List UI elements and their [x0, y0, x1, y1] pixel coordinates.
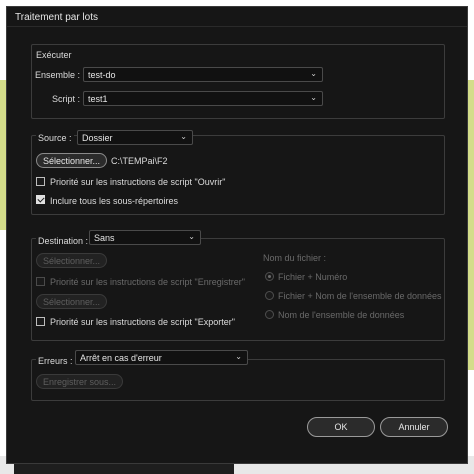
file-name-radio-1[interactable] — [265, 291, 274, 300]
script-select[interactable]: test1 ⌄ — [83, 91, 323, 106]
source-choose-button[interactable]: Sélectionner... — [36, 153, 107, 168]
source-select[interactable]: Dossier ⌄ — [77, 130, 193, 145]
override-save-label: Priorité sur les instructions de script … — [50, 277, 245, 287]
destination-select-value: Sans — [94, 233, 115, 243]
set-label: Ensemble : — [35, 70, 81, 80]
destination-choose-button-1[interactable]: Sélectionner... — [36, 253, 107, 268]
errors-label: Erreurs : — [36, 356, 75, 366]
file-name-title: Nom du fichier : — [263, 253, 327, 263]
source-path: C:\TEMPai\F2 — [111, 156, 168, 166]
set-select[interactable]: test-do ⌄ — [83, 67, 323, 82]
source-select-value: Dossier — [82, 133, 113, 143]
errors-select[interactable]: Arrêt en cas d'erreur ⌄ — [75, 350, 248, 365]
destination-label: Destination : — [36, 236, 91, 246]
set-select-value: test-do — [88, 70, 116, 80]
chevron-down-icon: ⌄ — [180, 132, 187, 141]
chevron-down-icon: ⌄ — [188, 232, 195, 241]
chevron-down-icon: ⌄ — [310, 93, 317, 102]
script-label: Script : — [52, 94, 81, 104]
errors-select-value: Arrêt en cas d'erreur — [80, 353, 162, 363]
override-export-checkbox[interactable] — [36, 317, 45, 326]
batch-dialog: Traitement par lots Exécuter Ensemble : … — [6, 6, 468, 464]
cancel-button[interactable]: Annuler — [380, 417, 448, 437]
file-name-option-0: Fichier + Numéro — [278, 272, 348, 282]
file-name-option-2: Nom de l'ensemble de données — [278, 310, 405, 320]
include-subfolders-checkbox[interactable] — [36, 195, 45, 204]
override-open-checkbox[interactable] — [36, 177, 45, 186]
title-bar[interactable]: Traitement par lots — [7, 7, 467, 27]
override-export-label: Priorité sur les instructions de script … — [50, 317, 235, 327]
script-select-value: test1 — [88, 94, 108, 104]
chevron-down-icon: ⌄ — [235, 352, 242, 361]
override-open-label: Priorité sur les instructions de script … — [50, 177, 226, 187]
source-label: Source : — [36, 133, 74, 143]
destination-select[interactable]: Sans ⌄ — [89, 230, 201, 245]
execute-group-title: Exécuter — [36, 50, 72, 60]
errors-save-as-button[interactable]: Enregistrer sous... — [36, 374, 123, 389]
include-subfolders-label: Inclure tous les sous-répertoires — [50, 196, 179, 206]
file-name-radio-2[interactable] — [265, 310, 274, 319]
ok-button[interactable]: OK — [307, 417, 375, 437]
override-save-checkbox[interactable] — [36, 277, 45, 286]
chevron-down-icon: ⌄ — [310, 69, 317, 78]
file-name-option-1: Fichier + Nom de l'ensemble de données — [278, 291, 442, 301]
file-name-radio-0[interactable] — [265, 272, 274, 281]
dialog-title: Traitement par lots — [15, 12, 98, 23]
destination-choose-button-2[interactable]: Sélectionner... — [36, 294, 107, 309]
